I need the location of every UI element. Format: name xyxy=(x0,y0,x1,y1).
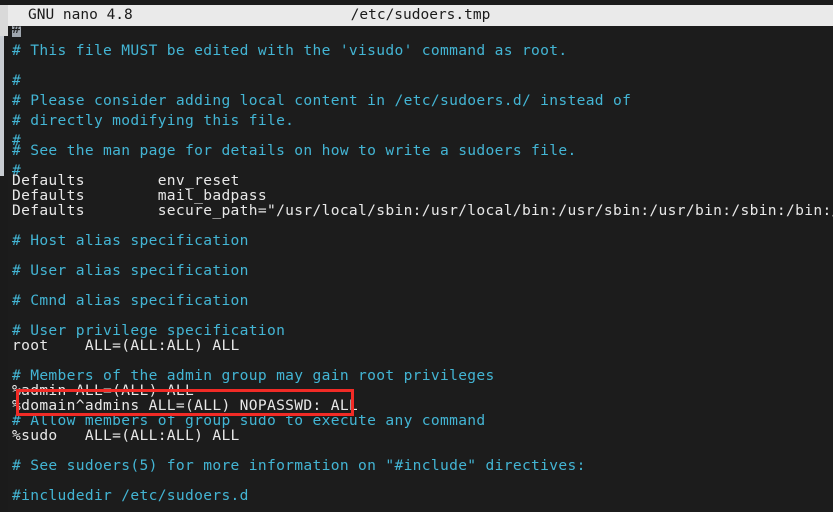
editor-line[interactable]: # See sudoers(5) for more information on… xyxy=(12,451,586,481)
nano-terminal-window[interactable]: GNU nano 4.8 /etc/sudoers.tmp # # This f… xyxy=(0,0,833,512)
window-chrome-left-accent-strip xyxy=(0,36,4,176)
nano-editor-text-area[interactable]: # # This file MUST be edited with the 'v… xyxy=(8,26,833,512)
editor-line[interactable]: # See the man page for details on how to… xyxy=(12,136,577,166)
editor-line[interactable]: # Cmnd alias specification xyxy=(12,286,249,316)
editor-line[interactable]: # This file MUST be edited with the 'vis… xyxy=(12,36,567,66)
editor-line[interactable]: root ALL=(ALL:ALL) ALL xyxy=(12,331,240,361)
editor-line[interactable]: # directly modifying this file. xyxy=(12,106,294,136)
editor-line[interactable]: %sudo ALL=(ALL:ALL) ALL xyxy=(12,421,240,451)
nano-filename-label: /etc/sudoers.tmp xyxy=(350,7,491,23)
editor-line[interactable]: # Host alias specification xyxy=(12,226,249,256)
editor-line[interactable]: Defaults secure_path="/usr/local/sbin:/u… xyxy=(12,196,833,226)
editor-line[interactable]: # User alias specification xyxy=(12,256,249,286)
editor-line[interactable]: #includedir /etc/sudoers.d xyxy=(12,481,249,511)
nano-title-bar: GNU nano 4.8 /etc/sudoers.tmp xyxy=(8,5,833,26)
